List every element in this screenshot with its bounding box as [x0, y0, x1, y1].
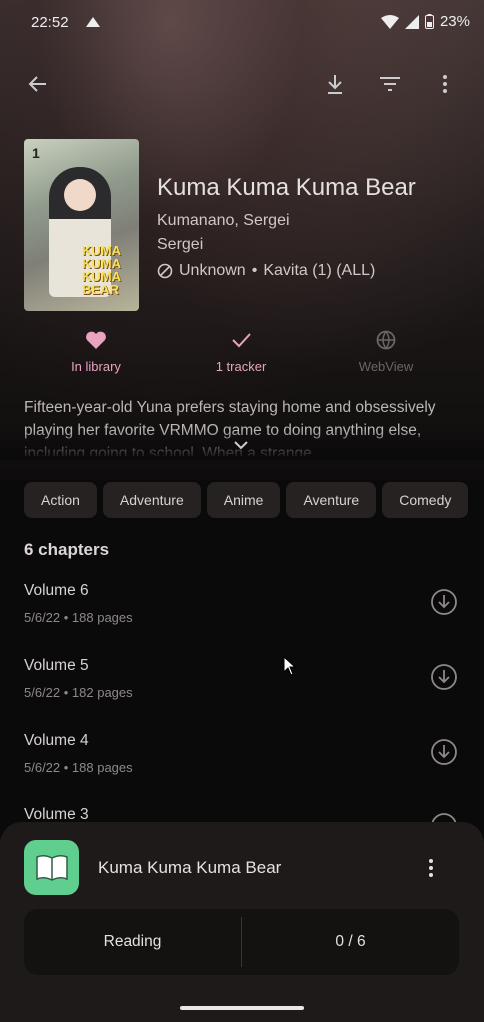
filter-icon — [380, 77, 400, 91]
check-icon — [232, 333, 251, 348]
battery-percent: 23% — [439, 13, 470, 30]
manga-cover[interactable]: 1 KUMA KUMA KUMA BEAR — [24, 139, 139, 311]
tracker-label: 1 tracker — [215, 359, 267, 374]
cover-logo: KUMA KUMA KUMA BEAR — [82, 243, 121, 297]
tracker-app-icon — [24, 840, 79, 895]
manga-author[interactable]: Kumanano, Sergei — [157, 212, 290, 230]
download-circle-icon[interactable] — [430, 663, 458, 691]
notification-icon — [86, 17, 100, 27]
filter-button[interactable] — [370, 64, 410, 104]
webview-button[interactable]: WebView — [316, 330, 456, 374]
genre-chips: Action Adventure Anime Aventure Comedy — [24, 482, 469, 518]
chapter-title: Volume 6 — [24, 582, 89, 599]
reading-status-button[interactable]: Reading — [24, 909, 241, 975]
status-source-line: Unknown • Kavita (1) (ALL) — [157, 262, 375, 280]
arrow-back-icon — [28, 76, 46, 92]
download-circle-icon[interactable] — [430, 588, 458, 616]
download-button[interactable] — [315, 64, 355, 104]
chapters-count: 6 chapters — [24, 540, 110, 559]
expand-chevron-icon[interactable] — [233, 440, 249, 450]
manga-source: Kavita (1) (ALL) — [263, 262, 376, 279]
manga-status: Unknown — [179, 262, 246, 279]
tracking-title: Kuma Kuma Kuma Bear — [98, 858, 282, 877]
chapter-row[interactable]: Volume 6 5/6/22 • 188 pages — [24, 582, 464, 652]
genre-chip[interactable]: Action — [24, 482, 97, 518]
manga-title[interactable]: Kuma Kuma Kuma Bear — [157, 174, 416, 202]
battery-icon — [424, 14, 434, 29]
manga-artist[interactable]: Sergei — [157, 236, 203, 254]
globe-icon — [376, 330, 396, 350]
in-library-button[interactable]: In library — [26, 330, 166, 374]
heart-icon — [86, 331, 106, 349]
chapter-progress-button[interactable]: 0 / 6 — [242, 909, 459, 975]
chapter-title: Volume 4 — [24, 732, 89, 749]
genre-chip[interactable]: Adventure — [102, 482, 201, 518]
chapter-meta: 5/6/22 • 182 pages — [24, 685, 133, 700]
tracking-more-button[interactable] — [411, 848, 451, 888]
chapter-row[interactable]: Volume 5 5/6/22 • 182 pages — [24, 657, 464, 727]
book-icon — [35, 854, 68, 881]
webview-label: WebView — [358, 359, 414, 374]
genre-chip[interactable]: Comedy — [382, 482, 469, 518]
status-bar: 22:52 23% — [0, 0, 484, 46]
signal-icon — [404, 14, 419, 29]
chapter-meta: 5/6/22 • 188 pages — [24, 610, 133, 625]
tracker-button[interactable]: 1 tracker — [171, 330, 311, 374]
chapter-meta: 5/6/22 • 188 pages — [24, 760, 133, 775]
more-vert-icon — [429, 859, 433, 877]
gesture-nav-bar[interactable] — [180, 1006, 304, 1010]
download-circle-icon[interactable] — [430, 738, 458, 766]
download-icon — [328, 75, 342, 94]
status-time: 22:52 — [31, 14, 69, 31]
mouse-cursor-icon — [283, 656, 297, 676]
back-button[interactable] — [18, 64, 58, 104]
chapter-row[interactable]: Volume 4 5/6/22 • 188 pages — [24, 732, 464, 802]
unknown-status-icon — [157, 263, 173, 279]
in-library-label: In library — [71, 359, 121, 374]
chapter-title: Volume 5 — [24, 657, 89, 674]
genre-chip[interactable]: Aventure — [286, 482, 377, 518]
more-options-button[interactable] — [425, 64, 465, 104]
cover-volume-number: 1 — [32, 145, 40, 161]
genre-chip[interactable]: Anime — [206, 482, 281, 518]
wifi-icon — [380, 14, 399, 29]
more-vert-icon — [443, 75, 447, 93]
